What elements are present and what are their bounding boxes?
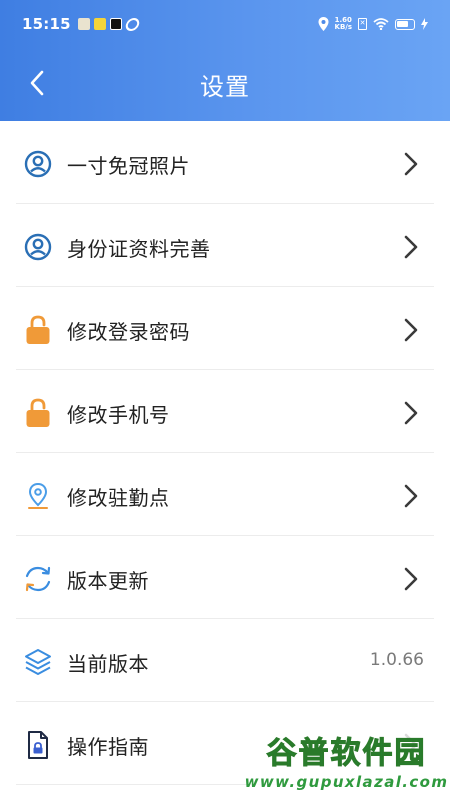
battery-icon xyxy=(395,18,415,30)
chevron-right-icon xyxy=(404,152,418,176)
watermark: 谷普软件园 www.gupuxlazal.com xyxy=(244,729,449,798)
link-icon xyxy=(124,17,141,31)
settings-item-label: 操作指南 xyxy=(67,735,149,759)
settings-item-label: 修改手机号 xyxy=(67,403,170,427)
settings-item-label: 修改驻勤点 xyxy=(67,486,170,510)
settings-item-phone[interactable]: 修改手机号 xyxy=(0,370,450,453)
net-speed-unit: KB/s xyxy=(334,23,352,31)
layers-icon xyxy=(23,647,53,677)
settings-item-label: 当前版本 xyxy=(67,652,149,676)
chevron-right-icon xyxy=(404,567,418,591)
settings-item-photo[interactable]: 一寸免冠照片 xyxy=(0,121,450,204)
nav-bar: 设置 xyxy=(0,48,450,121)
status-bar: 15:15 1.60 KB/s ✕ xyxy=(0,0,450,48)
current-version-value: 1.0.66 xyxy=(369,650,424,670)
settings-item-version-update[interactable]: 版本更新 xyxy=(0,536,450,619)
document-lock-icon xyxy=(23,730,53,760)
page-title: 设置 xyxy=(200,73,250,101)
location-pin-icon xyxy=(23,481,53,511)
settings-item-label: 修改登录密码 xyxy=(67,320,190,344)
lock-icon xyxy=(23,315,53,345)
watermark-subtitle: www.gupuxlazal.com xyxy=(244,772,449,791)
app-notification-icon xyxy=(77,18,90,30)
status-time: 15:15 xyxy=(22,15,71,33)
app-game-icon xyxy=(93,18,106,30)
watermark-title: 谷普软件园 xyxy=(266,735,427,771)
settings-item-label: 一寸免冠照片 xyxy=(67,154,190,178)
tiktok-icon xyxy=(109,18,122,30)
location-icon xyxy=(318,17,329,31)
wifi-icon xyxy=(373,18,389,30)
user-circle-icon xyxy=(23,232,53,262)
chevron-right-icon xyxy=(404,235,418,259)
settings-item-current-version: 当前版本 1.0.66 xyxy=(0,619,450,702)
chevron-right-icon xyxy=(404,401,418,425)
user-circle-icon xyxy=(23,149,53,179)
header: 15:15 1.60 KB/s ✕ 设置 xyxy=(0,0,450,121)
charging-icon xyxy=(421,18,428,30)
lock-icon xyxy=(23,398,53,428)
sim-icon: ✕ xyxy=(358,18,367,30)
net-speed: 1.60 KB/s xyxy=(335,17,352,31)
settings-item-login-password[interactable]: 修改登录密码 xyxy=(0,287,450,370)
refresh-icon xyxy=(23,564,53,594)
chevron-right-icon xyxy=(404,318,418,342)
settings-item-label: 版本更新 xyxy=(67,569,149,593)
settings-list: 一寸免冠照片 身份证资料完善 修改登录密码 修改手机号 修改驻勤点 版本更新 当… xyxy=(0,121,450,785)
status-right-icons: 1.60 KB/s ✕ xyxy=(318,17,428,31)
settings-item-label: 身份证资料完善 xyxy=(67,237,211,261)
chevron-right-icon xyxy=(404,484,418,508)
settings-item-duty-station[interactable]: 修改驻勤点 xyxy=(0,453,450,536)
settings-item-id-card[interactable]: 身份证资料完善 xyxy=(0,204,450,287)
status-app-icons xyxy=(77,17,141,31)
